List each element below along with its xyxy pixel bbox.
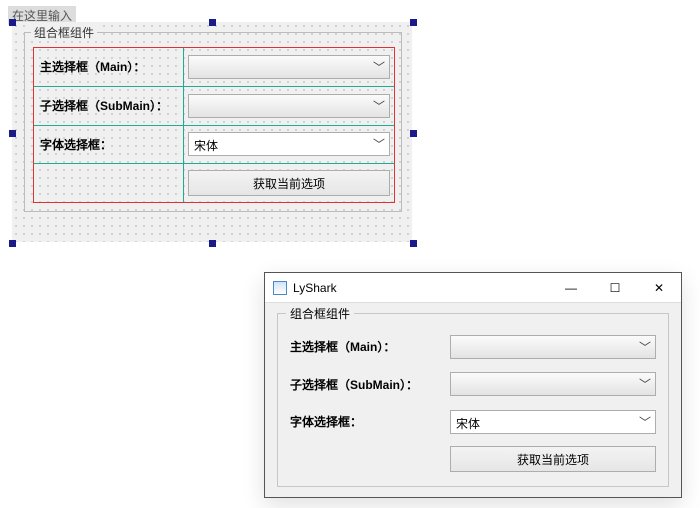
groupbox-title: 组合框组件 <box>31 24 97 41</box>
design-canvas[interactable]: 组合框组件 主选择框（Main）： ﹀ 子选择框（SubMain）： ﹀ <box>12 22 412 242</box>
label-main: 主选择框（Main）： <box>34 48 184 86</box>
combo-main[interactable]: ﹀ <box>450 335 656 359</box>
resize-handle[interactable] <box>410 130 417 137</box>
combo-font[interactable]: 宋体 ﹀ <box>450 410 656 434</box>
row-main: 主选择框（Main）： ﹀ <box>34 48 394 86</box>
row-font: 字体选择框： 宋体 ﹀ <box>34 125 394 164</box>
maximize-button[interactable]: ☐ <box>593 273 637 303</box>
row-main: 主选择框（Main）： ﹀ <box>290 328 656 366</box>
close-button[interactable]: ✕ <box>637 273 681 303</box>
resize-handle[interactable] <box>209 19 216 26</box>
empty-cell <box>34 164 184 202</box>
form-designer: 在这里输入 组合框组件 主选择框（Main）： ﹀ 子选择框（SubMain）： <box>4 4 420 250</box>
resize-handle[interactable] <box>9 130 16 137</box>
resize-handle[interactable] <box>209 240 216 247</box>
get-current-button[interactable]: 获取当前选项 <box>450 446 656 472</box>
resize-handle[interactable] <box>410 19 417 26</box>
resize-handle[interactable] <box>410 240 417 247</box>
row-sub: 子选择框（SubMain）： ﹀ <box>290 366 656 404</box>
chevron-down-icon: ﹀ <box>373 97 385 114</box>
form-layout-grid: 主选择框（Main）： ﹀ 子选择框（SubMain）： ﹀ <box>33 47 395 203</box>
label-main: 主选择框（Main）： <box>290 338 450 355</box>
minimize-button[interactable]: — <box>549 273 593 303</box>
app-icon <box>273 281 287 295</box>
label-sub: 子选择框（SubMain）： <box>34 87 184 125</box>
label-font: 字体选择框： <box>34 126 184 164</box>
row-button: 获取当前选项 <box>290 441 656 479</box>
window-controls: — ☐ ✕ <box>549 273 681 303</box>
groupbox-combo-components: 组合框组件 主选择框（Main）： ﹀ 子选择框（SubMain）： ﹀ <box>277 313 669 487</box>
groupbox-combo-components[interactable]: 组合框组件 主选择框（Main）： ﹀ 子选择框（SubMain）： ﹀ <box>24 32 402 212</box>
chevron-down-icon: ﹀ <box>639 413 651 430</box>
label-sub: 子选择框（SubMain）： <box>290 376 450 393</box>
label-font: 字体选择框： <box>290 413 450 430</box>
resize-handle[interactable] <box>9 240 16 247</box>
combo-sub[interactable]: ﹀ <box>188 94 390 118</box>
row-font: 字体选择框： 宋体 ﹀ <box>290 403 656 441</box>
get-current-button[interactable]: 获取当前选项 <box>188 170 390 196</box>
app-window: LyShark — ☐ ✕ 组合框组件 主选择框（Main）： ﹀ 子选择框（S… <box>264 272 682 498</box>
row-sub: 子选择框（SubMain）： ﹀ <box>34 86 394 125</box>
chevron-down-icon: ﹀ <box>639 338 651 355</box>
chevron-down-icon: ﹀ <box>373 58 385 75</box>
combo-font[interactable]: 宋体 ﹀ <box>188 132 390 156</box>
combo-font-value: 宋体 <box>456 415 480 432</box>
row-button: 获取当前选项 <box>34 163 394 202</box>
combo-main[interactable]: ﹀ <box>188 55 390 79</box>
window-title: LyShark <box>293 281 337 295</box>
combo-font-value: 宋体 <box>194 137 218 154</box>
combo-sub[interactable]: ﹀ <box>450 372 656 396</box>
chevron-down-icon: ﹀ <box>639 376 651 393</box>
resize-handle[interactable] <box>9 19 16 26</box>
titlebar[interactable]: LyShark — ☐ ✕ <box>265 273 681 303</box>
form-body: 主选择框（Main）： ﹀ 子选择框（SubMain）： ﹀ 字体选择框： <box>290 328 656 478</box>
groupbox-title: 组合框组件 <box>286 305 354 322</box>
chevron-down-icon: ﹀ <box>373 136 385 153</box>
